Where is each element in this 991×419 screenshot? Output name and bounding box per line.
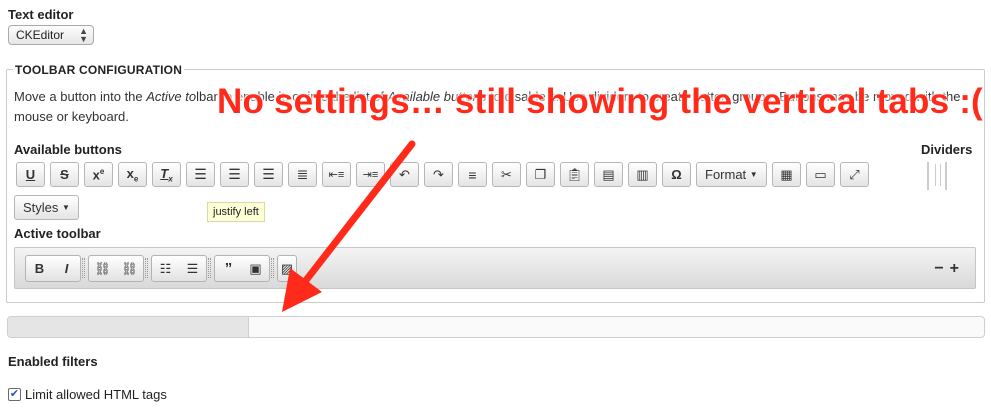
limit-html-filter[interactable]: ✔ Limit allowed HTML tags bbox=[8, 387, 167, 402]
maximize-icon[interactable]: ⤢ bbox=[840, 162, 869, 187]
chevron-down-icon: ▼ bbox=[62, 203, 70, 212]
active-group-basic[interactable]: B I bbox=[25, 255, 81, 282]
italic-icon[interactable]: I bbox=[53, 261, 80, 276]
active-toolbar[interactable]: B I ⛓ ⛓ ☷ ☰ ” ▣ ▨ −+ bbox=[14, 247, 976, 289]
limit-html-label: Limit allowed HTML tags bbox=[25, 387, 167, 402]
desc-prefix: Move a button into the bbox=[14, 89, 147, 104]
styles-button-label: Styles bbox=[23, 200, 59, 215]
subscript-icon[interactable]: xe bbox=[118, 162, 147, 187]
dividers-label: Dividers bbox=[921, 142, 973, 157]
active-group-links[interactable]: ⛓ ⛓ bbox=[88, 255, 144, 282]
paste-text-icon[interactable]: ▤ bbox=[594, 162, 623, 187]
paste-icon[interactable]: 📋︎ bbox=[560, 162, 589, 187]
progress-bar bbox=[7, 316, 985, 338]
cut-icon[interactable]: ✂ bbox=[492, 162, 521, 187]
desc-italic: Active to bbox=[146, 89, 197, 104]
group-divider[interactable] bbox=[145, 258, 148, 278]
unlink-icon[interactable]: ⛓ bbox=[116, 261, 143, 277]
enabled-filters-label: Enabled filters bbox=[8, 354, 98, 369]
active-group-lists[interactable]: ☷ ☰ bbox=[151, 255, 207, 282]
underline-icon[interactable]: U bbox=[16, 162, 45, 187]
limit-html-checkbox[interactable]: ✔ bbox=[8, 388, 21, 401]
copy-icon[interactable]: ❐ bbox=[526, 162, 555, 187]
chevron-down-icon: ▼ bbox=[749, 170, 758, 179]
format-button[interactable]: Format ▼ bbox=[696, 162, 767, 187]
progress-fill bbox=[8, 317, 250, 337]
tooltip: justify left bbox=[207, 202, 265, 222]
paste-word-icon[interactable]: ▥ bbox=[628, 162, 657, 187]
annotation-text: No settings… still showing the vertical … bbox=[217, 82, 983, 121]
special-char-icon[interactable]: Ω bbox=[662, 162, 691, 187]
active-toolbar-label: Active toolbar bbox=[14, 226, 101, 241]
text-editor-label: Text editor bbox=[8, 7, 74, 22]
numbered-list-icon[interactable]: ☰ bbox=[179, 261, 206, 277]
align-left-icon[interactable]: ☰ bbox=[186, 162, 215, 187]
group-divider[interactable] bbox=[82, 258, 85, 278]
align-center-icon[interactable]: ☰ bbox=[220, 162, 249, 187]
remove-format-icon[interactable]: Tx bbox=[152, 162, 181, 187]
link-icon[interactable]: ⛓ bbox=[89, 261, 116, 277]
toolbar-config-legend: TOOLBAR CONFIGURATION bbox=[13, 63, 185, 77]
available-buttons-label: Available buttons bbox=[14, 142, 122, 157]
blockquote-icon[interactable]: ” bbox=[215, 260, 242, 277]
group-divider[interactable] bbox=[208, 258, 211, 278]
show-blocks-icon[interactable]: ▭ bbox=[806, 162, 835, 187]
bulleted-list-icon[interactable]: ☷ bbox=[152, 261, 179, 277]
divider-handle[interactable] bbox=[927, 162, 947, 190]
table-icon[interactable]: ▦ bbox=[772, 162, 801, 187]
select-arrows-icon: ▲ ▼ bbox=[79, 26, 88, 44]
superscript-icon[interactable]: xe bbox=[84, 162, 113, 187]
format-button-label: Format bbox=[705, 167, 747, 182]
group-add-remove-controls[interactable]: −+ bbox=[934, 260, 965, 278]
annotation-arrow-icon bbox=[282, 140, 416, 312]
text-editor-select[interactable]: CKEditor ▲ ▼ bbox=[8, 25, 94, 45]
bold-icon[interactable]: B bbox=[26, 261, 53, 276]
strikethrough-icon[interactable]: S bbox=[50, 162, 79, 187]
styles-button[interactable]: Styles ▼ bbox=[14, 195, 79, 220]
text-editor-select-value: CKEditor bbox=[16, 28, 65, 42]
horizontal-rule-icon[interactable]: ≡ bbox=[458, 162, 487, 187]
